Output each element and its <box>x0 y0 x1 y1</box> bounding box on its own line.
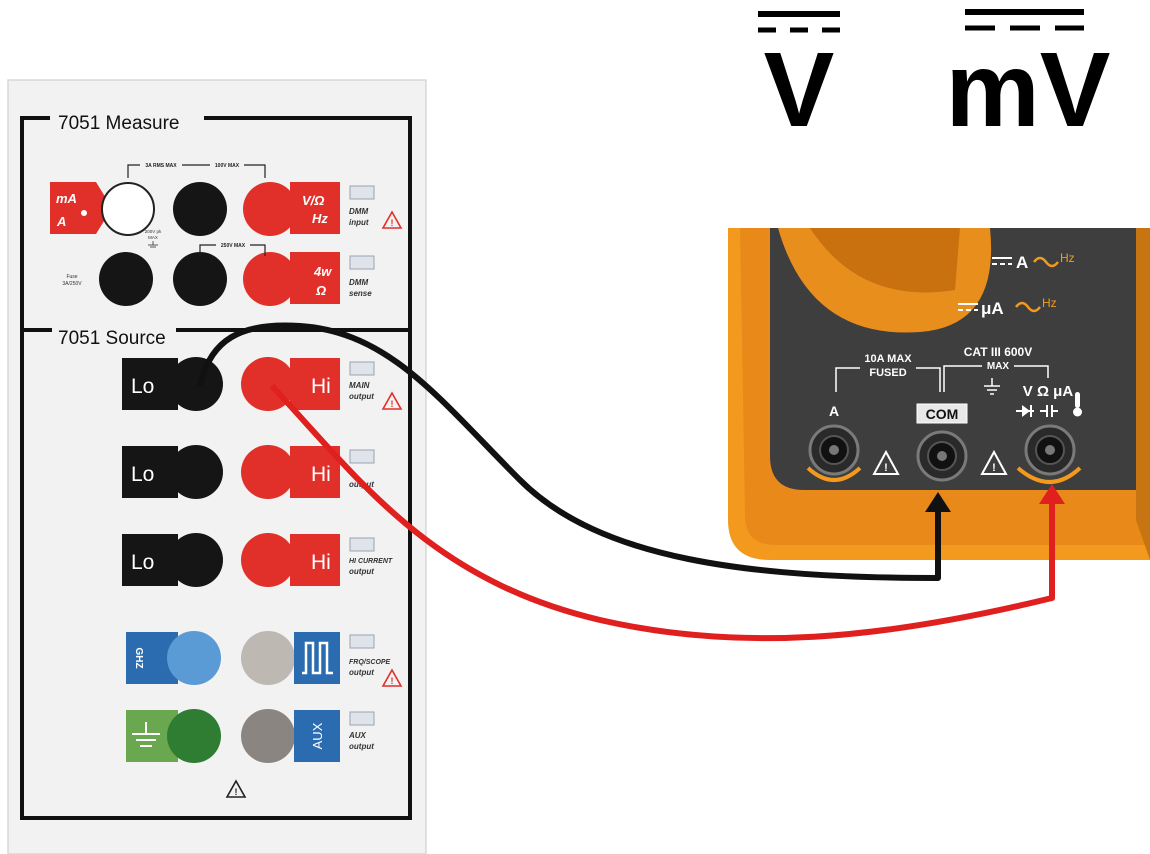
dmm-sense-label-1: DMM <box>349 278 368 287</box>
cat-rating-label: CAT III 600V <box>964 345 1032 359</box>
vohm-label-top: V/Ω <box>302 193 324 208</box>
hz-text-2: Hz <box>1042 296 1057 310</box>
v-ohm-ua-label: V Ω μA <box>1023 383 1074 400</box>
small-note-1: 200V pk <box>145 229 162 234</box>
jack-com-label: COM <box>926 406 959 422</box>
aux-plate-label: AUX <box>310 722 325 749</box>
meter-edge <box>1136 228 1150 560</box>
calibrator-panel: 7051 Measure 7051 Source mA A V/Ω Hz DMM… <box>7 79 427 854</box>
millivolts-symbol-text: mV <box>946 31 1111 149</box>
svg-text:!: ! <box>391 399 394 409</box>
hicurrent-label-2: output <box>349 567 374 576</box>
frq-indicator <box>349 634 375 649</box>
frq-label-1: FRQ/SCOPE <box>349 659 391 666</box>
main-label-1: MAIN <box>349 381 370 390</box>
svg-text:!: ! <box>391 218 394 228</box>
max-10a-label: 10A MAX <box>864 353 912 365</box>
hz-text-1: Hz <box>1060 251 1075 265</box>
jack-a-label: A <box>829 403 839 419</box>
frq-label-2: output <box>349 668 374 677</box>
jack-v[interactable] <box>1024 424 1076 476</box>
ground-jack[interactable] <box>167 709 221 763</box>
vohm-jack[interactable] <box>243 182 297 236</box>
sense-range-label: 250V MAX <box>221 243 246 249</box>
sense-hi-jack[interactable] <box>243 252 297 306</box>
hi-label-hicurrent: Hi <box>311 551 331 574</box>
lo-label-hicurrent: Lo <box>131 551 154 574</box>
aux-label-1: AUX <box>348 731 367 740</box>
frq-jack[interactable] <box>241 631 295 685</box>
dc-a-text: A <box>1016 253 1028 272</box>
range-right-label: 100V MAX <box>215 163 240 169</box>
aux-jack[interactable] <box>241 709 295 763</box>
ghz-jack[interactable] <box>167 631 221 685</box>
lo-jack-hicurrent[interactable] <box>169 533 223 587</box>
aux-label-2: output <box>349 742 374 751</box>
w4-label-bottom: Ω <box>315 283 326 298</box>
dc-volts-symbol: V <box>758 11 840 149</box>
vohm-label-plate <box>290 182 340 234</box>
ma-label-bottom: A <box>56 214 66 229</box>
measure-title: 7051 Measure <box>58 113 179 134</box>
range-left-label: 3A RMS MAX <box>145 163 177 169</box>
ma-dot <box>81 210 87 216</box>
hi-jack-hicurrent[interactable] <box>241 533 295 587</box>
vohm-label-bottom: Hz <box>312 211 328 226</box>
sense-lo-jack[interactable] <box>173 252 227 306</box>
source-title: 7051 Source <box>58 328 166 349</box>
volts-symbol-text: V <box>764 31 835 149</box>
lo-jack-row2[interactable] <box>169 445 223 499</box>
dc-millivolts-symbol: mV <box>946 9 1111 149</box>
svg-text:!: ! <box>884 462 888 474</box>
dmm-sense-label-2: sense <box>349 289 372 298</box>
lo-label-main: Lo <box>131 375 154 398</box>
dmm-input-label-2: input <box>349 218 369 227</box>
main-label-2: output <box>349 392 374 401</box>
ma-jack[interactable] <box>101 182 155 236</box>
dmm-sense-indicator <box>349 255 375 270</box>
connection-diagram: V mV 7051 Measure 7051 Source mA A V/Ω H… <box>7 9 1150 854</box>
svg-text:!: ! <box>235 787 238 797</box>
fuse-holder[interactable] <box>99 252 153 306</box>
row2-indicator <box>349 449 375 464</box>
dc-ua-text: μA <box>981 299 1004 318</box>
frq-plate <box>294 632 340 684</box>
jack-a[interactable] <box>808 424 860 476</box>
svg-text:!: ! <box>391 676 394 686</box>
measure-lo-jack[interactable] <box>173 182 227 236</box>
max-label: MAX <box>987 361 1010 372</box>
svg-text:!: ! <box>992 462 996 474</box>
ma-label-top: mA <box>56 191 77 206</box>
fused-label: FUSED <box>869 367 906 379</box>
hi-label-row2: Hi <box>311 463 331 486</box>
main-indicator <box>349 361 375 376</box>
lo-label-row2: Lo <box>131 463 154 486</box>
lo-jack-main[interactable] <box>169 357 223 411</box>
dmm-input-indicator <box>349 185 375 200</box>
small-note-2: MAX <box>148 235 158 240</box>
hicurrent-label-1: HI CURRENT <box>349 558 393 565</box>
jack-com[interactable] <box>916 430 968 482</box>
hi-jack-row2[interactable] <box>241 445 295 499</box>
aux-indicator <box>349 711 375 726</box>
ghz-label: GHZ <box>133 647 144 668</box>
fuse-label-2: 3A/250V <box>62 281 82 287</box>
dmm-input-label-1: DMM <box>349 207 368 216</box>
fuse-label-1: Fuse <box>66 274 77 280</box>
w4-label-top: 4w <box>313 264 332 279</box>
hi-label-main: Hi <box>311 375 331 398</box>
hicurrent-indicator <box>349 537 375 552</box>
